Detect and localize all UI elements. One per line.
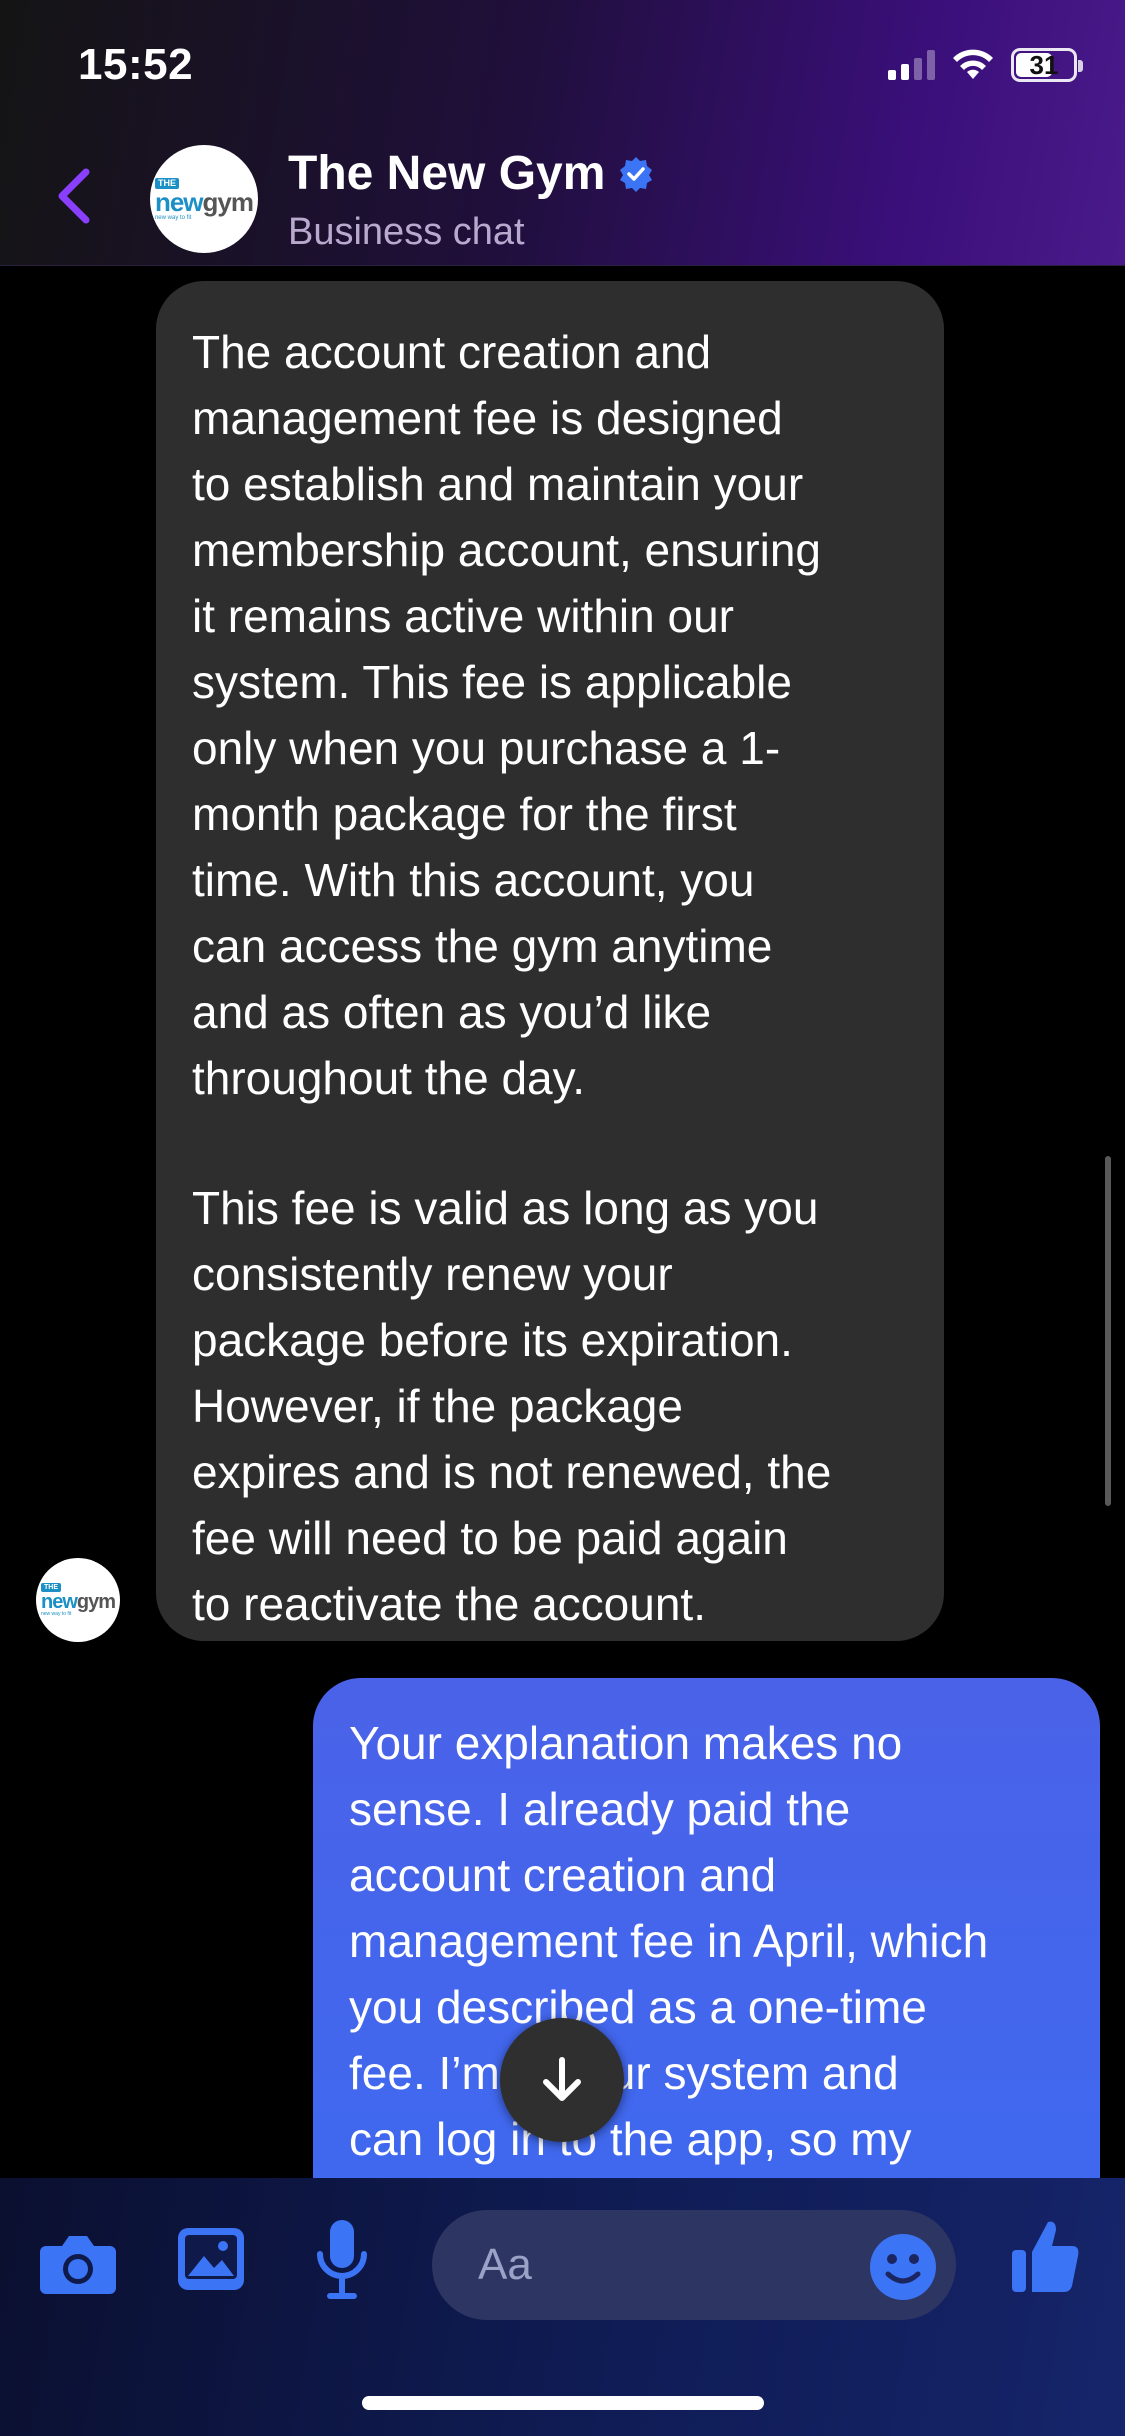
business-avatar[interactable]: THE newgym new way to fit bbox=[150, 145, 258, 253]
message-paragraph: This fee is valid as long as you consist… bbox=[192, 1182, 832, 1630]
photo-icon[interactable] bbox=[176, 2226, 246, 2292]
chat-subtitle: Business chat bbox=[288, 211, 525, 253]
chat-title-block[interactable]: The New Gym Business chat bbox=[288, 146, 655, 254]
message-input[interactable] bbox=[478, 2240, 838, 2290]
logo-new: new bbox=[154, 186, 204, 217]
scrollbar[interactable] bbox=[1105, 1156, 1111, 1506]
verified-icon bbox=[620, 156, 653, 192]
scroll-to-bottom-button[interactable] bbox=[500, 2018, 624, 2142]
back-icon[interactable] bbox=[54, 166, 94, 226]
outgoing-message[interactable]: Your explanation makes no sense. I alrea… bbox=[313, 1678, 1100, 2178]
microphone-icon[interactable] bbox=[314, 2218, 370, 2302]
logo-tagline: new way to fit bbox=[40, 1611, 72, 1617]
logo-new: new bbox=[40, 1591, 78, 1613]
arrow-down-icon bbox=[543, 2057, 581, 2101]
status-icons: 31 bbox=[888, 48, 1083, 82]
incoming-message[interactable]: The account creation and management fee … bbox=[156, 281, 944, 1641]
battery-icon: 31 bbox=[1011, 48, 1083, 82]
camera-icon[interactable] bbox=[38, 2228, 118, 2298]
logo-gym: gym bbox=[76, 1591, 116, 1613]
battery-level: 31 bbox=[1029, 49, 1059, 80]
logo-wordmark: newgym bbox=[154, 186, 254, 217]
thumbs-up-icon[interactable] bbox=[1010, 2216, 1082, 2296]
sender-avatar[interactable]: THE newgym new way to fit bbox=[36, 1558, 120, 1642]
home-indicator[interactable] bbox=[362, 2396, 764, 2410]
logo-tagline: new way to fit bbox=[154, 214, 192, 221]
signal-icon bbox=[888, 50, 935, 80]
message-text: Your explanation makes no sense. I alrea… bbox=[349, 1717, 989, 2165]
message-list[interactable]: The account creation and management fee … bbox=[0, 266, 1125, 2178]
logo-gym: gym bbox=[202, 186, 254, 217]
wifi-icon bbox=[953, 49, 993, 79]
chat-title: The New Gym bbox=[288, 147, 606, 200]
logo-wordmark: newgym bbox=[40, 1591, 116, 1613]
chat-header: 15:52 31 THE newgym new way to fit The N… bbox=[0, 0, 1125, 266]
emoji-icon[interactable] bbox=[868, 2232, 938, 2302]
message-paragraph: The account creation and management fee … bbox=[192, 326, 821, 1104]
status-time: 15:52 bbox=[78, 40, 194, 89]
